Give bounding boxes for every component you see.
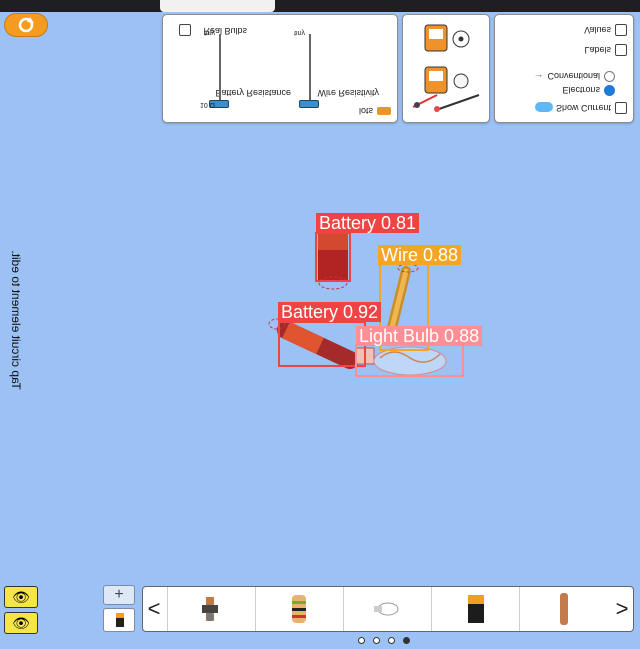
detection-label-battery-1: Battery 0.81 (316, 213, 420, 233)
pager-dot[interactable] (358, 637, 365, 644)
wire-icon (560, 593, 568, 625)
toolbox-item-light-bulb[interactable] (343, 587, 432, 631)
detection-label-light-bulb: Light Bulb 0.88 (356, 326, 483, 346)
toolbox-item-battery[interactable] (431, 587, 520, 631)
eye-icon: 👁 (12, 589, 30, 605)
toolbox-item-wire[interactable] (519, 587, 608, 631)
battery-icon (468, 595, 484, 623)
light-bulb-icon (374, 602, 399, 616)
detection-label-wire: Wire 0.88 (378, 245, 462, 265)
battery-icon (116, 613, 124, 627)
toolbox-item-resistor[interactable] (255, 587, 344, 631)
eye-toggle-button-2[interactable]: 👁 (4, 612, 38, 634)
resistor-icon (292, 595, 306, 623)
pager-dot-active[interactable] (403, 637, 410, 644)
detection-label-battery-2: Battery 0.92 (278, 302, 382, 322)
toolbox-pager (354, 631, 414, 649)
switch-icon (202, 597, 218, 621)
eye-icon: 👁 (12, 615, 30, 631)
battery-element-2[interactable] (268, 318, 359, 369)
zoom-in-button[interactable]: + (103, 585, 135, 605)
eye-toggle-button-1[interactable]: 👁 (4, 586, 38, 608)
pager-dot[interactable] (388, 637, 395, 644)
toolbox-item-switch[interactable] (167, 587, 256, 631)
pager-dot[interactable] (373, 637, 380, 644)
toolbox-prev-button[interactable]: < (143, 587, 165, 631)
component-toolbox: < > (142, 586, 634, 632)
mini-battery-button[interactable] (103, 608, 135, 632)
toolbox-next-button[interactable]: > (611, 587, 633, 631)
